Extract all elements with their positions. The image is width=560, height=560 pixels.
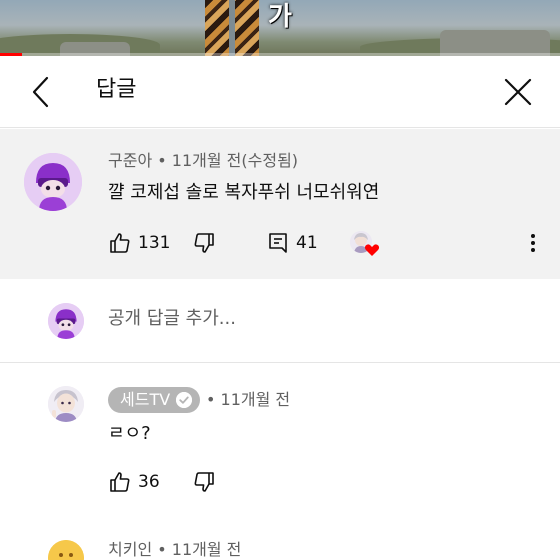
avatar-image: [48, 386, 84, 422]
reply-count: 41: [296, 233, 318, 253]
add-reply-input[interactable]: 공개 답글 추가...: [108, 307, 236, 331]
more-options-button[interactable]: [529, 231, 537, 255]
avatar-image: [24, 153, 82, 211]
like-count: 36: [138, 472, 160, 492]
comment-time: 11개월 전(수정됨): [171, 151, 299, 170]
comment-meta: 구준아 • 11개월 전(수정됨): [108, 151, 298, 171]
avatar[interactable]: [24, 153, 82, 211]
thumb-down-icon: [194, 472, 214, 492]
thumb-up-icon: [110, 233, 130, 253]
parent-comment: 구준아 • 11개월 전(수정됨) 꺌 코제섭 솔로 복자푸쉬 너모쉬워연 13…: [0, 129, 560, 279]
check-circle-icon: [176, 392, 193, 408]
reply-comment: 세드TV • 11개월 전 ㄹㅇ? 36: [0, 364, 560, 514]
comment-text: 꺌 코제섭 솔로 복자푸쉬 너모쉬워연: [108, 182, 380, 203]
avatar[interactable]: [48, 540, 84, 560]
page-title: 답글: [96, 77, 137, 102]
meta-separator: •: [206, 390, 216, 409]
heart-icon: [364, 242, 380, 258]
reply-time: 11개월 전: [171, 540, 242, 559]
add-reply-bar[interactable]: 공개 답글 추가...: [0, 279, 560, 363]
like-count: 131: [138, 233, 171, 253]
comment-icon: [269, 233, 287, 253]
more-vert-icon: [531, 234, 535, 252]
thumb-up-icon: [110, 472, 130, 492]
channel-owner-badge[interactable]: 세드TV: [108, 387, 201, 413]
reply-text: ㄹㅇ?: [108, 423, 151, 444]
close-icon: [504, 78, 532, 106]
thumb-down-icon: [194, 233, 214, 253]
reply-author[interactable]: 치키인: [108, 540, 152, 559]
heart-shape: [364, 244, 380, 256]
reply-author: 세드TV: [120, 390, 171, 409]
reply-button[interactable]: [266, 231, 290, 255]
chevron-left-icon: [32, 76, 49, 108]
avatar-image: [48, 303, 84, 339]
avatar: [48, 303, 84, 339]
like-button[interactable]: [108, 470, 132, 494]
avatar[interactable]: [48, 386, 84, 422]
reply-comment: 치키인 • 11개월 전: [0, 528, 560, 560]
replies-header: 답글: [0, 56, 560, 128]
reply-time: 11개월 전: [220, 390, 291, 409]
dislike-button[interactable]: [192, 231, 216, 255]
comment-author[interactable]: 구준아: [108, 151, 152, 170]
back-button[interactable]: [26, 74, 58, 110]
dislike-button[interactable]: [192, 470, 216, 494]
like-button[interactable]: [108, 231, 132, 255]
meta-separator: •: [157, 540, 167, 559]
video-character: [205, 0, 259, 56]
meta-separator: •: [157, 151, 167, 170]
video-caption: 가: [268, 2, 292, 32]
reply-meta: 치키인 • 11개월 전: [108, 540, 241, 560]
verified-check: [176, 392, 193, 408]
avatar-image: [48, 540, 84, 560]
close-button[interactable]: [500, 74, 536, 110]
reply-meta: • 11개월 전: [206, 390, 290, 410]
video-player[interactable]: 가: [0, 0, 560, 56]
